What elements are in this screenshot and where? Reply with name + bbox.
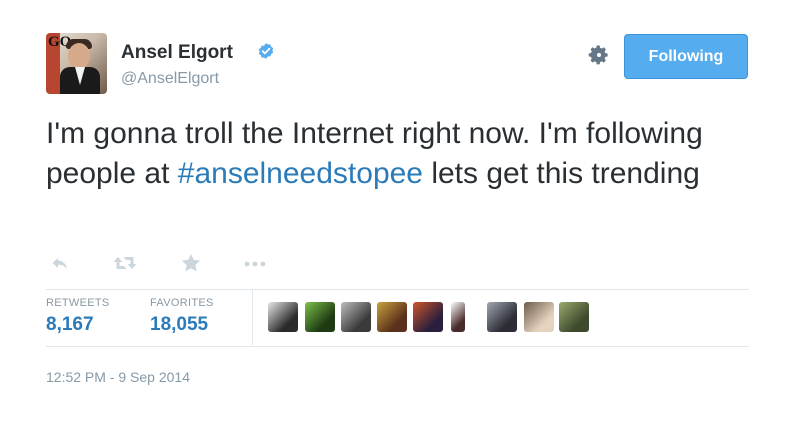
favoriter-7-avatar[interactable] bbox=[487, 302, 517, 332]
user-handle[interactable]: @AnselElgort bbox=[121, 70, 219, 88]
display-name[interactable]: Ansel Elgort bbox=[121, 42, 233, 64]
retweets-label[interactable]: RETWEETS bbox=[46, 297, 110, 309]
stats-bottom-divider bbox=[46, 346, 749, 347]
tweet-timestamp[interactable]: 12:52 PM - 9 Sep 2014 bbox=[46, 369, 190, 385]
favoriter-1-avatar[interactable] bbox=[268, 302, 298, 332]
stats-top-divider bbox=[46, 289, 749, 290]
verified-badge-icon bbox=[258, 43, 274, 59]
favoriter-8-avatar[interactable] bbox=[524, 302, 554, 332]
more-icon[interactable] bbox=[242, 252, 268, 274]
stats-vertical-divider bbox=[252, 290, 253, 345]
tweet-text: I'm gonna troll the Internet right now. … bbox=[46, 114, 746, 194]
hashtag-link[interactable]: #anselneedstopee bbox=[178, 157, 423, 190]
favorites-label[interactable]: FAVORITES bbox=[150, 297, 214, 309]
favoriter-9-avatar[interactable] bbox=[559, 302, 589, 332]
avatar-face bbox=[68, 43, 90, 69]
favoriter-4-avatar[interactable] bbox=[377, 302, 407, 332]
reply-icon[interactable] bbox=[50, 252, 70, 274]
avatar[interactable]: GQ bbox=[46, 33, 107, 94]
favorites-count[interactable]: 18,055 bbox=[150, 314, 208, 336]
favorite-icon[interactable] bbox=[180, 252, 202, 274]
retweet-icon[interactable] bbox=[112, 252, 138, 274]
following-button[interactable]: Following bbox=[624, 34, 748, 79]
favoriter-2-avatar[interactable] bbox=[305, 302, 335, 332]
tweet-text-after: lets get this trending bbox=[423, 157, 700, 190]
gear-icon[interactable] bbox=[588, 44, 610, 66]
retweets-count[interactable]: 8,167 bbox=[46, 314, 94, 336]
favoriter-5-avatar[interactable] bbox=[413, 302, 443, 332]
favoriter-3-avatar[interactable] bbox=[341, 302, 371, 332]
favoriter-6-avatar[interactable] bbox=[451, 302, 465, 332]
